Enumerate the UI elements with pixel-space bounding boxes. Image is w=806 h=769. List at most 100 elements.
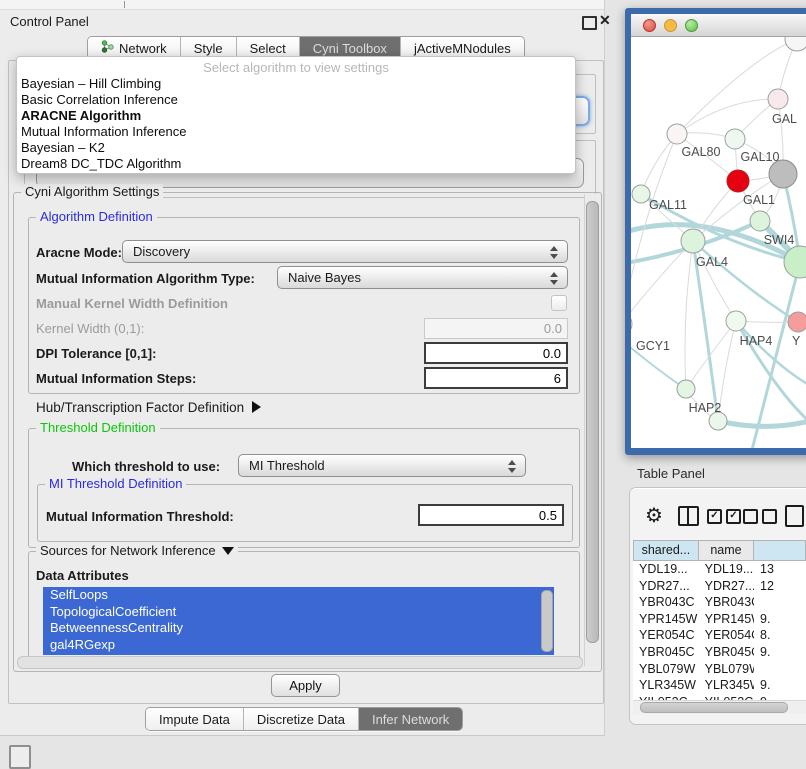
close-window-icon[interactable]: [643, 19, 656, 32]
algorithm-option[interactable]: ARACNE Algorithm: [17, 108, 575, 124]
tab-infer-network[interactable]: Infer Network: [359, 708, 462, 730]
data-attribute-item[interactable]: gal4RGexp: [43, 637, 554, 654]
minimize-window-icon[interactable]: [664, 19, 677, 32]
kernel-width-field[interactable]: [424, 318, 568, 339]
data-attribute-item[interactable]: TopologicalCoefficient: [43, 604, 554, 621]
network-node-y[interactable]: [788, 312, 806, 332]
table-cell[interactable]: [754, 594, 806, 611]
attributes-scrollbar-thumb[interactable]: [541, 590, 553, 652]
tab-label: Discretize Data: [257, 712, 345, 727]
data-attribute-item[interactable]: BetweennessCentrality: [43, 620, 554, 637]
table-cell[interactable]: 8.: [754, 627, 806, 644]
table-cell[interactable]: YER054C: [699, 627, 754, 644]
deselect-all-checkboxes-icon[interactable]: [743, 509, 777, 524]
table-hscrollbar-thumb[interactable]: [640, 702, 788, 713]
table-cell[interactable]: YBL079W: [633, 661, 699, 678]
table-cell[interactable]: YER054C: [633, 627, 699, 644]
table-cell[interactable]: YLR345W: [699, 677, 754, 694]
mi-steps-field[interactable]: [424, 367, 568, 389]
collapsed-arrow-icon: [252, 401, 261, 413]
aracne-mode-select[interactable]: Discovery: [122, 240, 568, 263]
table-cell[interactable]: 9.: [754, 611, 806, 628]
network-canvas[interactable]: GALGAL80GAL10GAL1GAL11GAL4SWI4HAP4YHAP2G…: [631, 37, 806, 448]
table-cell[interactable]: YBR045C: [633, 644, 699, 661]
table-cell[interactable]: YDR27...: [633, 578, 699, 595]
control-panel-title: Control Panel: [10, 14, 89, 29]
dock-panel-icon[interactable]: [9, 745, 31, 769]
table-cell[interactable]: YBR043C: [633, 594, 699, 611]
data-attributes-list[interactable]: SelfLoopsTopologicalCoefficientBetweenne…: [43, 587, 554, 655]
table-cell[interactable]: YPR145W: [633, 611, 699, 628]
select-all-checkboxes-icon[interactable]: ✓✓: [707, 509, 741, 524]
algorithm-option[interactable]: Basic Correlation Inference: [17, 92, 575, 108]
algorithm-option[interactable]: Bayesian – Hill Climbing: [17, 76, 575, 92]
network-node-hap2[interactable]: [677, 380, 695, 398]
apply-button[interactable]: Apply: [271, 674, 340, 697]
table-row: YBL079WYBL079W: [633, 661, 806, 678]
settings-scrollbar-thumb[interactable]: [586, 201, 599, 643]
algorithm-definition-legend: Algorithm Definition: [36, 209, 157, 224]
network-node-hap4[interactable]: [726, 311, 746, 331]
table-cell[interactable]: 9.: [754, 677, 806, 694]
network-edge[interactable]: [718, 418, 806, 426]
network-node-gal10[interactable]: [725, 129, 745, 149]
table-cell[interactable]: YDL19...: [633, 561, 699, 578]
table-row: YLR345WYLR345W9.: [633, 677, 806, 694]
export-table-icon[interactable]: [785, 505, 804, 527]
which-threshold-select[interactable]: MI Threshold: [238, 454, 526, 477]
table-cell[interactable]: YBR045C: [699, 644, 754, 661]
network-node-gal80[interactable]: [667, 124, 687, 144]
settings-hscrollbar[interactable]: [17, 656, 583, 669]
manual-kernel-width-checkbox[interactable]: [551, 295, 567, 311]
dpi-tolerance-field[interactable]: [424, 342, 568, 364]
mi-threshold-field[interactable]: [418, 504, 564, 526]
node-label: GAL: [772, 112, 797, 126]
network-node[interactable]: [727, 170, 749, 192]
cyni-settings-legend: Cyni Algorithm Settings: [21, 184, 163, 199]
mi-algorithm-type-select[interactable]: Naive Bayes: [277, 266, 568, 289]
network-edge[interactable]: [752, 262, 800, 448]
network-edge[interactable]: [685, 241, 693, 389]
maximize-window-icon[interactable]: [685, 19, 698, 32]
manual-kernel-width-label: Manual Kernel Width Definition: [36, 296, 228, 311]
column-header[interactable]: name: [699, 540, 754, 561]
tab-discretize-data[interactable]: Discretize Data: [244, 708, 359, 730]
network-edge[interactable]: [677, 99, 778, 134]
table-row: YBR045CYBR045C9.: [633, 644, 806, 661]
column-header[interactable]: [754, 540, 806, 561]
network-node-gcy1[interactable]: [631, 312, 632, 336]
gear-icon[interactable]: ⚙: [645, 503, 663, 528]
table-cell[interactable]: YPR145W: [699, 611, 754, 628]
column-header[interactable]: shared...: [633, 540, 699, 561]
table-cell[interactable]: [754, 661, 806, 678]
table-cell[interactable]: YLR345W: [633, 677, 699, 694]
table-cell[interactable]: 13: [754, 561, 806, 578]
table-cell[interactable]: YDL19...: [699, 561, 754, 578]
split-columns-icon[interactable]: [678, 506, 699, 526]
algorithm-option[interactable]: Bayesian – K2: [17, 140, 575, 156]
table-cell[interactable]: 9.: [754, 644, 806, 661]
table-cell[interactable]: YBL079W: [699, 661, 754, 678]
table-cell[interactable]: YDR27...: [699, 578, 754, 595]
algorithm-option[interactable]: Mutual Information Inference: [17, 124, 575, 140]
algorithm-option[interactable]: Dream8 DC_TDC Algorithm: [17, 156, 575, 172]
table-cell[interactable]: 12: [754, 578, 806, 595]
close-panel-icon[interactable]: ✕: [599, 12, 611, 29]
top-strip: [0, 0, 604, 10]
unchecked-box-icon: [743, 509, 758, 524]
data-attribute-item[interactable]: SelfLoops: [43, 587, 554, 604]
network-window-titlebar[interactable]: [631, 14, 806, 37]
tab-label: jActiveMNodules: [414, 41, 511, 56]
network-node[interactable]: [769, 160, 797, 188]
sources-legend[interactable]: Sources for Network Inference: [36, 543, 238, 558]
network-node[interactable]: [785, 37, 806, 51]
network-node-gal11[interactable]: [632, 185, 650, 203]
float-window-button[interactable]: [582, 16, 597, 30]
node-label: Y: [792, 334, 801, 348]
network-node-gal[interactable]: [768, 89, 788, 109]
hub-definition-toggle[interactable]: Hub/Transcription Factor Definition: [36, 400, 261, 415]
network-node-gal1[interactable]: [750, 211, 770, 231]
network-node-gal4[interactable]: [681, 229, 705, 253]
table-cell[interactable]: YBR043C: [699, 594, 754, 611]
tab-impute-data[interactable]: Impute Data: [146, 708, 244, 730]
